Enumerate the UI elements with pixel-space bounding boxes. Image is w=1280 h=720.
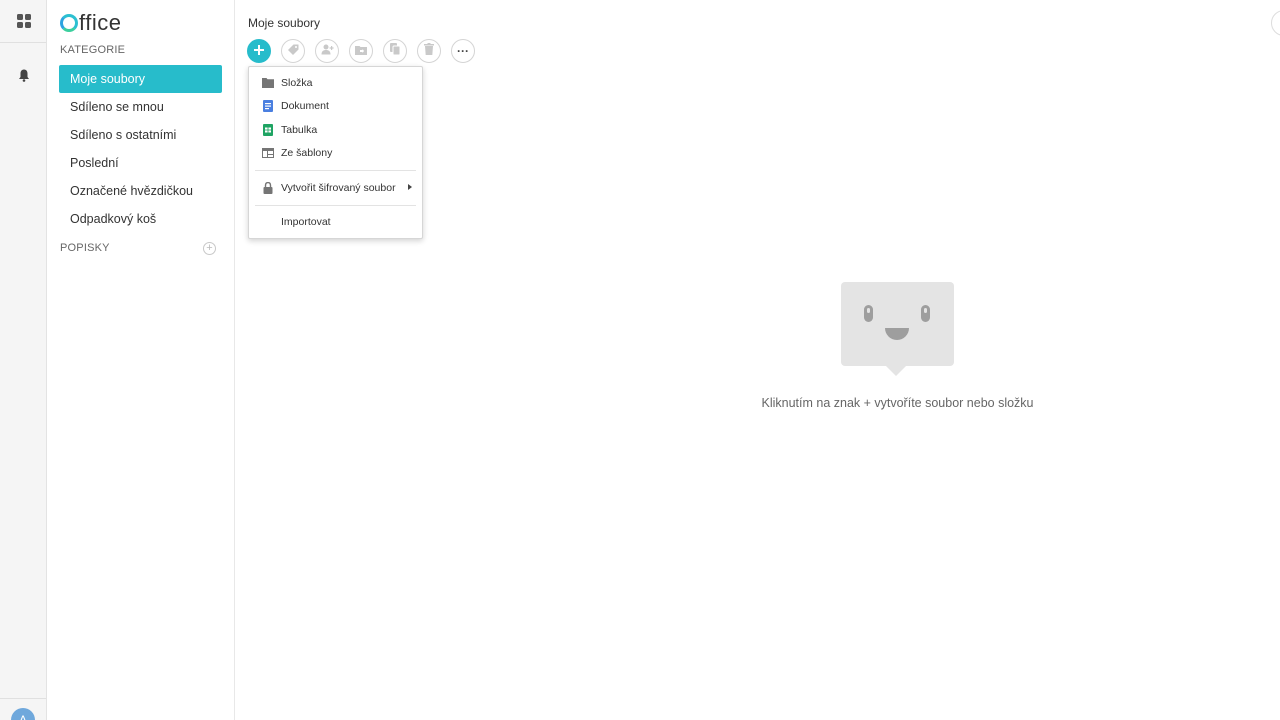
sidebar-item-starred[interactable]: Označené hvězdičkou	[59, 177, 222, 205]
empty-state-eye-right	[921, 305, 930, 322]
empty-state-mouth	[885, 328, 909, 340]
sidebar-item-shared-with-me[interactable]: Sdíleno se mnou	[59, 93, 222, 121]
submenu-arrow-icon	[408, 184, 412, 190]
app-rail: A	[0, 0, 47, 720]
menu-item-label: Vytvořit šifrovaný soubor	[281, 181, 396, 194]
menu-item-label: Ze šablony	[281, 147, 333, 160]
more-button[interactable]: ···	[451, 39, 475, 63]
new-item-menu: Složka Dokument Tabulka Ze šablony Vytvo…	[248, 66, 423, 239]
more-dots-icon: ···	[457, 44, 469, 58]
user-menu-button[interactable]	[1271, 10, 1280, 36]
avatar[interactable]: A	[11, 708, 35, 720]
template-icon	[262, 147, 274, 159]
folder-icon	[262, 77, 274, 89]
breadcrumb[interactable]: Moje soubory	[248, 16, 320, 30]
menu-item-folder[interactable]: Složka	[249, 71, 422, 95]
document-icon	[262, 100, 274, 113]
sidebar-item-my-files[interactable]: Moje soubory	[59, 65, 222, 93]
toolbar: ···	[247, 39, 475, 63]
folder-move-icon	[355, 42, 367, 60]
trash-icon	[424, 42, 434, 60]
empty-state-illustration	[841, 282, 954, 366]
empty-state-eye-left	[864, 305, 873, 322]
bell-icon[interactable]	[12, 63, 36, 87]
rail-divider-bottom	[0, 698, 46, 699]
menu-item-label: Tabulka	[281, 123, 318, 136]
main-content: Moje soubory ··· Složka Dokument Tabulka…	[235, 0, 1280, 720]
sidebar-item-shared-with-others[interactable]: Sdíleno s ostatními	[59, 121, 222, 149]
menu-divider	[255, 170, 416, 171]
logo-ring-icon	[60, 14, 78, 32]
add-person-icon	[321, 42, 334, 60]
spreadsheet-icon	[262, 123, 274, 136]
category-nav: Moje soubory Sdíleno se mnou Sdíleno s o…	[59, 65, 222, 233]
menu-item-encrypted-file[interactable]: Vytvořit šifrovaný soubor	[249, 176, 422, 200]
tag-icon	[287, 42, 299, 60]
categories-title: KATEGORIE	[60, 44, 126, 56]
new-button[interactable]	[247, 39, 271, 63]
share-button[interactable]	[315, 39, 339, 63]
menu-item-label: Složka	[281, 76, 313, 89]
sidebar: ffice KATEGORIE Moje soubory Sdíleno se …	[47, 0, 235, 720]
rail-divider	[0, 42, 46, 43]
apps-grid-icon[interactable]	[12, 9, 36, 33]
delete-button[interactable]	[417, 39, 441, 63]
lock-icon	[262, 181, 274, 194]
empty-state-message: Kliknutím na znak + vytvoříte soubor neb…	[761, 396, 1034, 410]
tag-button[interactable]	[281, 39, 305, 63]
plus-icon	[254, 42, 264, 60]
menu-item-import[interactable]: Importovat	[249, 211, 422, 235]
empty-state-bubble-tail	[886, 366, 906, 376]
labels-title: POPISKY	[60, 242, 110, 254]
sidebar-item-recent[interactable]: Poslední	[59, 149, 222, 177]
menu-item-document[interactable]: Dokument	[249, 95, 422, 119]
menu-divider	[255, 204, 416, 206]
menu-item-from-template[interactable]: Ze šablony	[249, 142, 422, 166]
logo-text: ffice	[79, 10, 122, 35]
add-label-button[interactable]: +	[203, 242, 216, 255]
menu-item-spreadsheet[interactable]: Tabulka	[249, 118, 422, 142]
copy-button[interactable]	[383, 39, 407, 63]
menu-item-label: Dokument	[281, 100, 329, 113]
copy-icon	[389, 42, 401, 60]
sidebar-item-trash[interactable]: Odpadkový koš	[59, 205, 222, 233]
move-button[interactable]	[349, 39, 373, 63]
app-logo[interactable]: ffice	[60, 10, 121, 36]
